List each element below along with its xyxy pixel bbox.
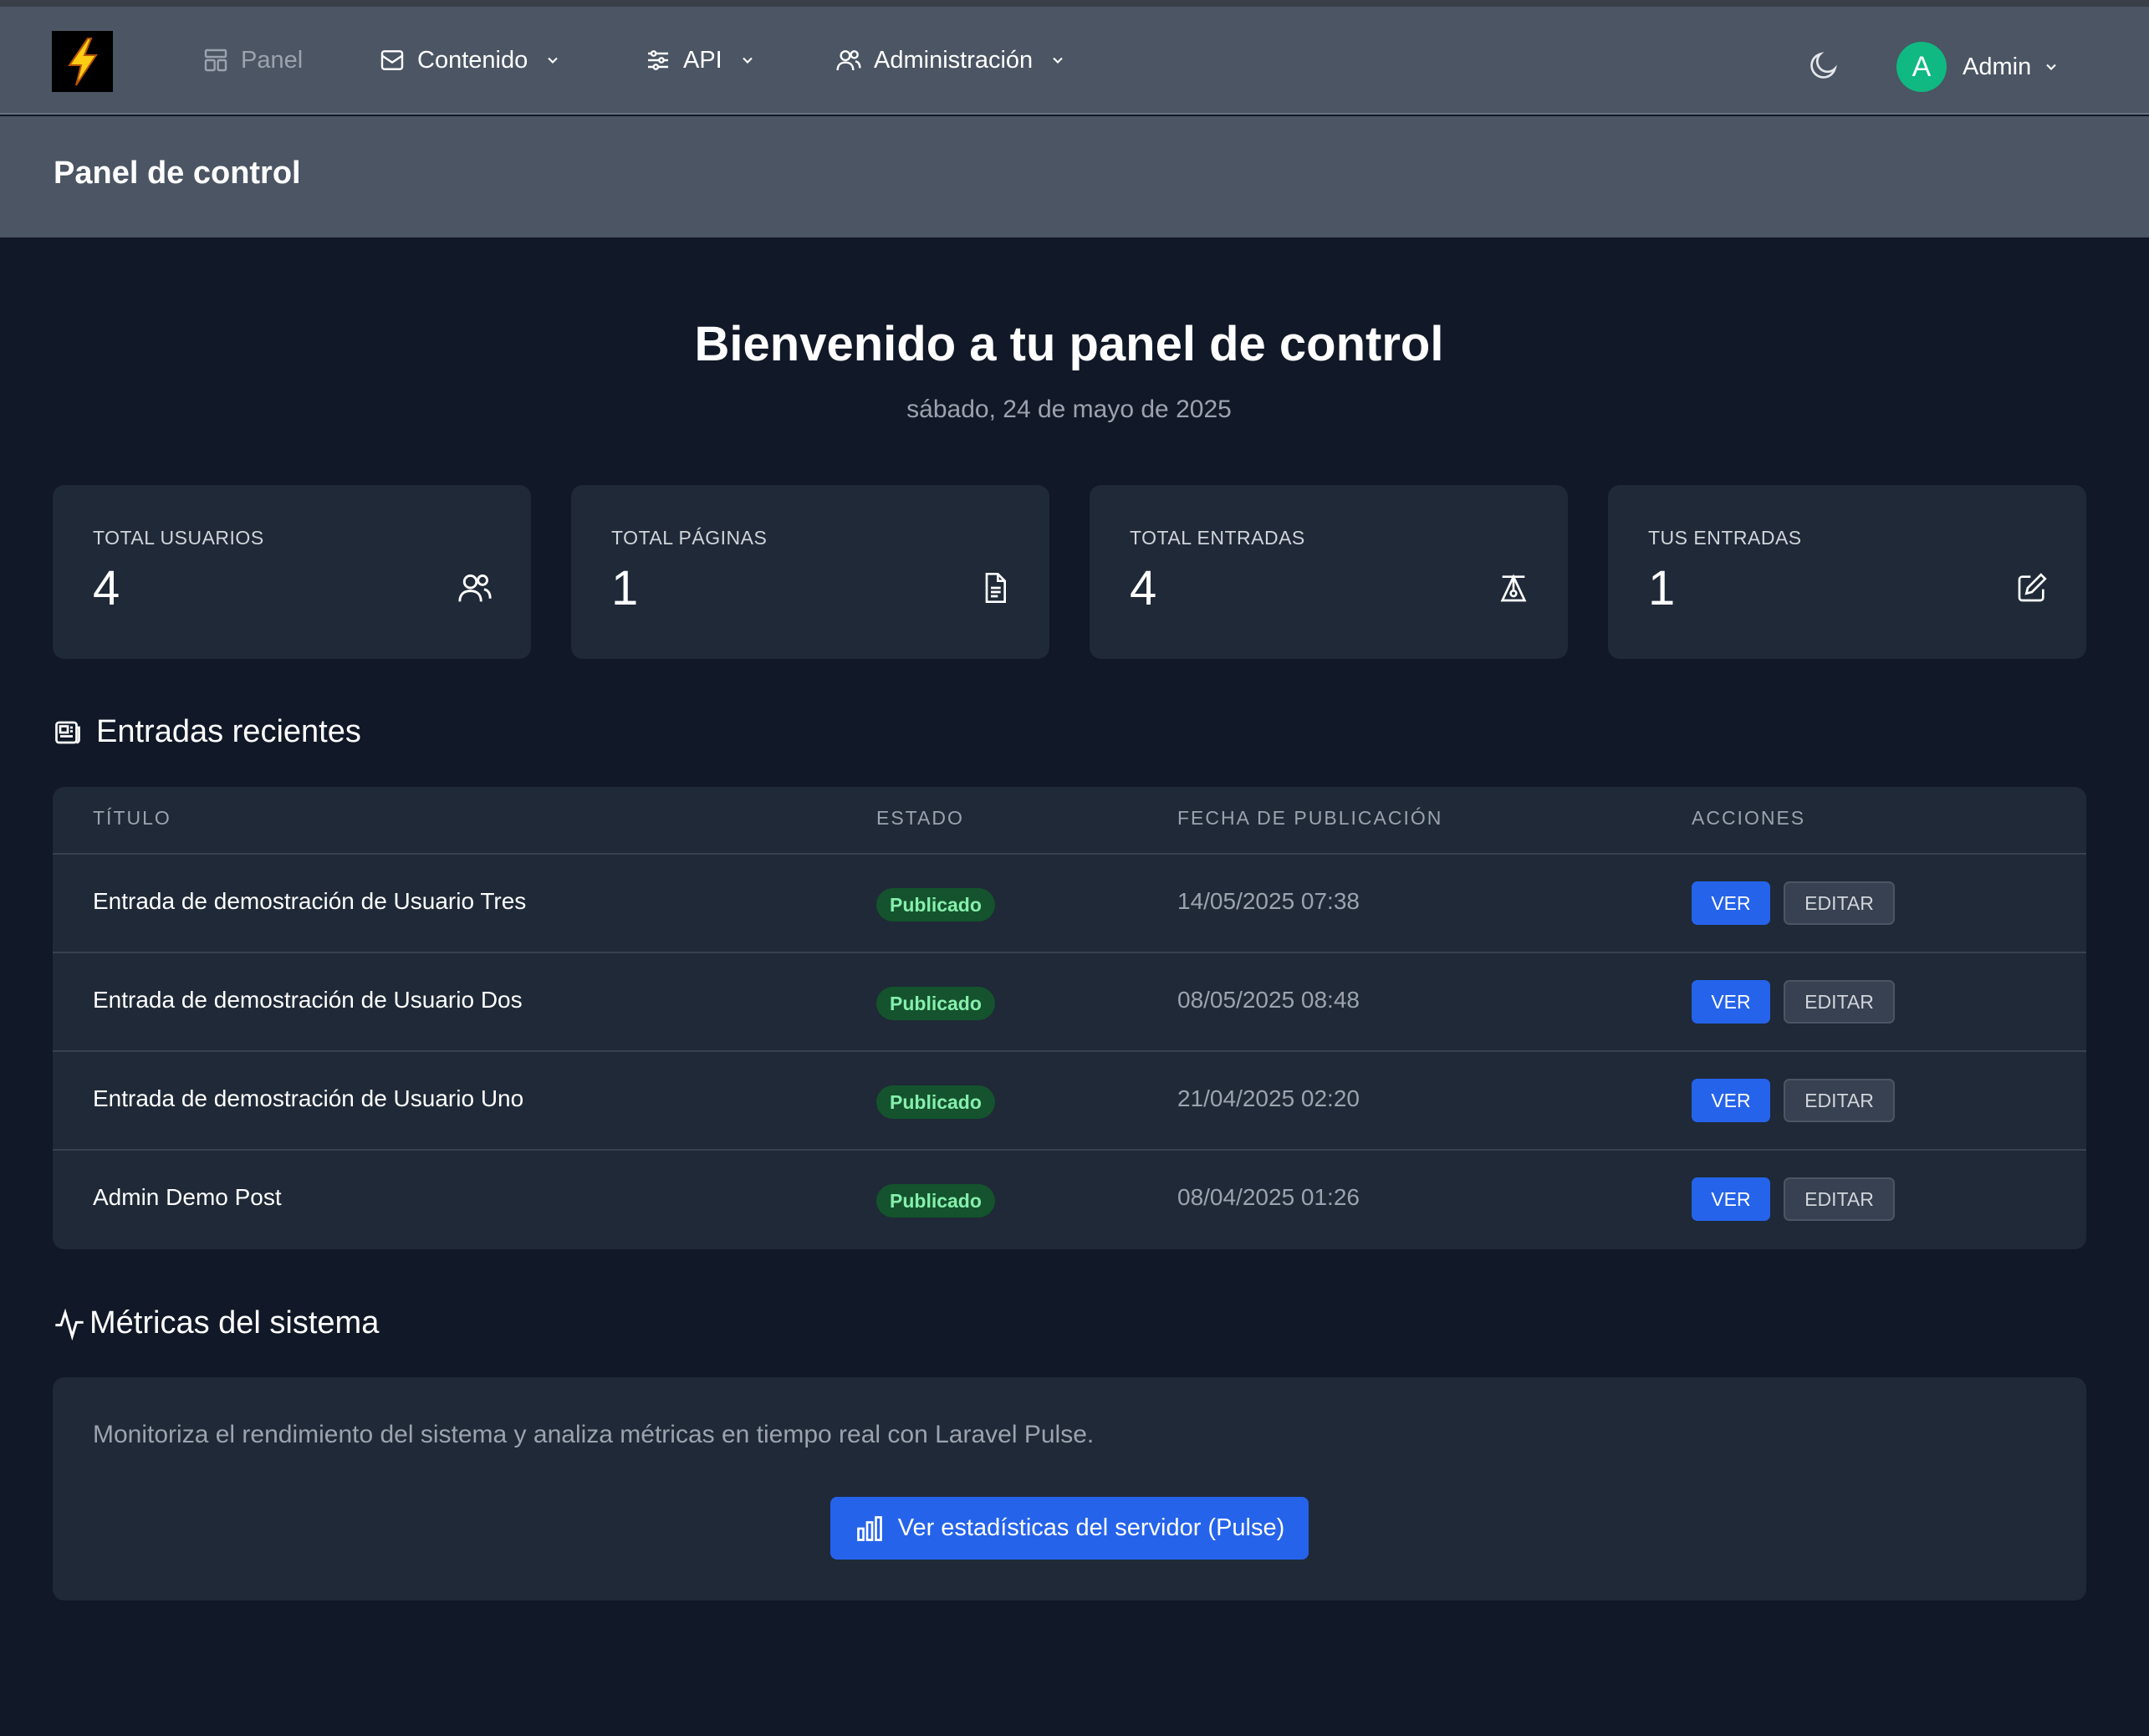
nav-administracion-label: Administración — [874, 46, 1034, 74]
post-date: 08/05/2025 08:48 — [1177, 987, 1360, 1013]
column-header-actions: ACCIONES — [1692, 807, 1806, 829]
nav-panel[interactable]: Panel — [202, 38, 303, 82]
metrics-card: Monitoriza el rendimiento del sistema y … — [53, 1377, 2086, 1601]
nav-api-label: API — [683, 46, 722, 74]
recent-posts-title: Entradas recientes — [53, 714, 361, 750]
app-logo[interactable] — [52, 31, 113, 92]
edit-icon — [2018, 573, 2047, 602]
lightning-logo-icon — [67, 37, 98, 86]
content-icon — [380, 50, 404, 70]
chevron-down-icon — [548, 57, 558, 64]
nav-panel-label: Panel — [241, 46, 304, 74]
users-icon — [836, 50, 861, 71]
stat-label: TOTAL PÁGINAS — [611, 527, 768, 549]
table-row: Entrada de demostración de Usuario Tres … — [53, 855, 2086, 953]
view-button[interactable]: VER — [1692, 881, 1770, 925]
chevron-down-icon — [1053, 57, 1063, 64]
stat-card-posts: TOTAL ENTRADAS 4 — [1090, 485, 1568, 659]
post-title: Admin Demo Post — [93, 1184, 282, 1210]
edit-button[interactable]: EDITAR — [1784, 980, 1895, 1024]
stat-value: 1 — [1648, 561, 1676, 615]
stat-label: TOTAL USUARIOS — [93, 527, 264, 549]
chevron-down-icon — [2046, 64, 2056, 70]
welcome-heading: Bienvenido a tu panel de control — [694, 317, 1444, 371]
column-header-title: TÍTULO — [93, 807, 171, 829]
recent-posts-table: TÍTULO ESTADO FECHA DE PUBLICACIÓN ACCIO… — [53, 787, 2086, 1249]
stat-label: TUS ENTRADAS — [1648, 527, 1802, 549]
current-date: sábado, 24 de mayo de 2025 — [906, 396, 1232, 423]
table-header: TÍTULO ESTADO FECHA DE PUBLICACIÓN ACCIO… — [53, 787, 2086, 855]
post-date: 08/04/2025 01:26 — [1177, 1184, 1360, 1210]
dashboard-icon — [204, 49, 227, 72]
nav-contenido-label: Contenido — [417, 46, 528, 74]
pulse-activity-icon — [55, 1308, 84, 1340]
post-date: 21/04/2025 02:20 — [1177, 1085, 1360, 1111]
post-title: Entrada de demostración de Usuario Dos — [93, 987, 523, 1013]
stat-value: 4 — [1130, 561, 1157, 615]
dark-mode-toggle-icon[interactable] — [1807, 49, 1840, 82]
table-row: Admin Demo Post Publicado 08/04/2025 01:… — [53, 1151, 2086, 1249]
recent-posts-label: Entradas recientes — [96, 714, 361, 749]
window-top-edge — [0, 0, 2149, 7]
column-header-date: FECHA DE PUBLICACIÓN — [1177, 807, 1443, 829]
post-title: Entrada de demostración de Usuario Uno — [93, 1085, 524, 1111]
user-menu[interactable]: Admin — [1963, 45, 2060, 89]
status-badge: Publicado — [876, 987, 995, 1020]
post-title: Entrada de demostración de Usuario Tres — [93, 888, 527, 914]
column-header-status: ESTADO — [876, 807, 964, 829]
pulse-stats-button[interactable]: Ver estadísticas del servidor (Pulse) — [830, 1497, 1309, 1560]
view-button[interactable]: VER — [1692, 1079, 1770, 1122]
metrics-description: Monitoriza el rendimiento del sistema y … — [93, 1421, 1095, 1448]
page-title: Panel de control — [54, 156, 301, 191]
edit-button[interactable]: EDITAR — [1784, 1079, 1895, 1122]
stat-value: 1 — [611, 561, 639, 615]
top-navbar: Panel Contenido API Administración A Adm… — [0, 7, 2149, 115]
status-badge: Publicado — [876, 1184, 995, 1218]
edit-button[interactable]: EDITAR — [1784, 881, 1895, 925]
table-row: Entrada de demostración de Usuario Uno P… — [53, 1052, 2086, 1151]
edit-button[interactable]: EDITAR — [1784, 1177, 1895, 1221]
metrics-label: Métricas del sistema — [89, 1305, 380, 1340]
page-header: Panel de control — [0, 116, 2149, 237]
metrics-title: Métricas del sistema — [53, 1305, 379, 1341]
bar-chart-icon — [856, 1515, 882, 1541]
users-icon — [458, 574, 492, 602]
document-icon — [985, 573, 1006, 603]
status-badge: Publicado — [876, 1085, 995, 1119]
post-date: 14/05/2025 07:38 — [1177, 888, 1360, 914]
posts-icon — [1500, 574, 1527, 602]
sliders-icon — [648, 50, 668, 70]
newspaper-icon — [55, 721, 80, 743]
stat-card-pages: TOTAL PÁGINAS 1 — [571, 485, 1049, 659]
stat-card-users: TOTAL USUARIOS 4 — [53, 485, 531, 659]
user-avatar[interactable]: A — [1896, 42, 1947, 92]
pulse-button-label: Ver estadísticas del servidor (Pulse) — [897, 1514, 1285, 1541]
nav-api[interactable]: API — [645, 38, 756, 82]
chevron-down-icon — [743, 57, 753, 64]
view-button[interactable]: VER — [1692, 980, 1770, 1024]
table-row: Entrada de demostración de Usuario Dos P… — [53, 953, 2086, 1052]
view-button[interactable]: VER — [1692, 1177, 1770, 1221]
user-name-label: Admin — [1963, 53, 2032, 80]
status-badge: Publicado — [876, 888, 995, 922]
stat-label: TOTAL ENTRADAS — [1130, 527, 1305, 549]
nav-contenido[interactable]: Contenido — [379, 38, 561, 82]
stat-value: 4 — [93, 561, 120, 615]
stat-card-your-posts: TUS ENTRADAS 1 — [1608, 485, 2086, 659]
nav-administracion[interactable]: Administración — [835, 38, 1066, 82]
